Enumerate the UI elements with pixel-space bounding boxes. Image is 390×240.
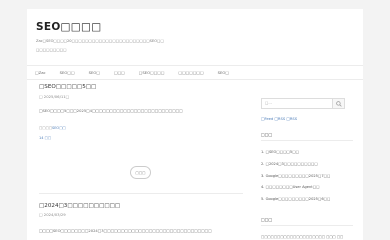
search-button[interactable] (333, 98, 345, 109)
recent-post-item[interactable]: 4. □□□□□□□□User Agent□□ (261, 182, 353, 194)
post-date: □ 2024/03/29 (39, 212, 66, 217)
recent-comments-heading: □□□ (261, 217, 273, 222)
post-divider (39, 193, 243, 194)
site-title[interactable]: SEO□□□□ (36, 21, 101, 33)
nav-item[interactable]: □SEO□□□□ (139, 70, 165, 75)
site-description: Zac□SEO□□□□20□□□□□□□□□□□□□□□□□□□□□□□SEO□… (36, 37, 246, 54)
rss-feed-links[interactable]: □Feed □RSS □RSS (261, 117, 297, 121)
search-input[interactable]: □... (261, 98, 333, 109)
post-excerpt: □SEO□□□□5□□□2025□4□□□□□□□□□□□□□□□□□□□□□□… (39, 109, 183, 113)
nav-item[interactable]: SEO□□ (60, 70, 75, 75)
post-date: □ 2025/06/11□ (39, 94, 70, 99)
recent-post-item[interactable]: 1. □SEO□□□□5□□ (261, 147, 353, 159)
search-icon (335, 100, 342, 107)
nav-item[interactable]: □□□ (114, 70, 125, 75)
page-container: SEO□□□□ Zac□SEO□□□□20□□□□□□□□□□□□□□□□□□□… (27, 9, 363, 240)
nav-item[interactable]: □Zac (35, 70, 46, 75)
recent-posts-list: 1. □SEO□□□□5□□ 2. □2024□3□□□□□□□□□□ 3. G… (261, 147, 353, 206)
site-description-line: Zac□SEO□□□□20□□□□□□□□□□□□□□□□□□□□□□□SEO□… (36, 39, 164, 43)
recent-posts-heading: □□□ (261, 132, 273, 137)
site-description-line: □□□□□□□□□ (36, 47, 67, 52)
sidebar-divider (261, 140, 353, 141)
post-title[interactable]: □2024□3□□□□□□□□□□ (39, 203, 120, 209)
tag-label: □□□□ (39, 126, 53, 130)
recent-post-item[interactable]: 5. Google□□□□□□□□□2025□6□□ (261, 194, 353, 206)
sidebar-divider (261, 225, 353, 226)
post-title[interactable]: □SEO□□□□□5□□ (39, 84, 96, 90)
view-count[interactable]: 14 □□ (39, 136, 51, 140)
main-nav: □Zac SEO□□ SEO□ □□□ □SEO□□□□ □□□□□□□ SEO… (27, 65, 363, 80)
load-more-button[interactable]: □□□ (130, 166, 151, 179)
post-excerpt: □□□□SEO□□□□□□□□2024□3□□□□□□□□□□□□□□□□□□□… (39, 229, 212, 233)
tag-link[interactable]: SEO□□ (52, 126, 66, 130)
nav-item[interactable]: □□□□□□□ (179, 70, 204, 75)
nav-item[interactable]: SEO□ (89, 70, 100, 75)
recent-comments-list: □□□□□□□□□□□□□□□□□□□□ □□□ □□ (261, 235, 353, 239)
recent-post-item[interactable]: 3. Google□□□□□□□□□2025□7□□ (261, 171, 353, 183)
nav-item[interactable]: SEO□ (218, 70, 229, 75)
recent-post-item[interactable]: 2. □2024□3□□□□□□□□□□ (261, 159, 353, 171)
comment-item[interactable]: □□□□□□□□□□□□□□□□□□□□ □□□ □□ (261, 235, 353, 239)
